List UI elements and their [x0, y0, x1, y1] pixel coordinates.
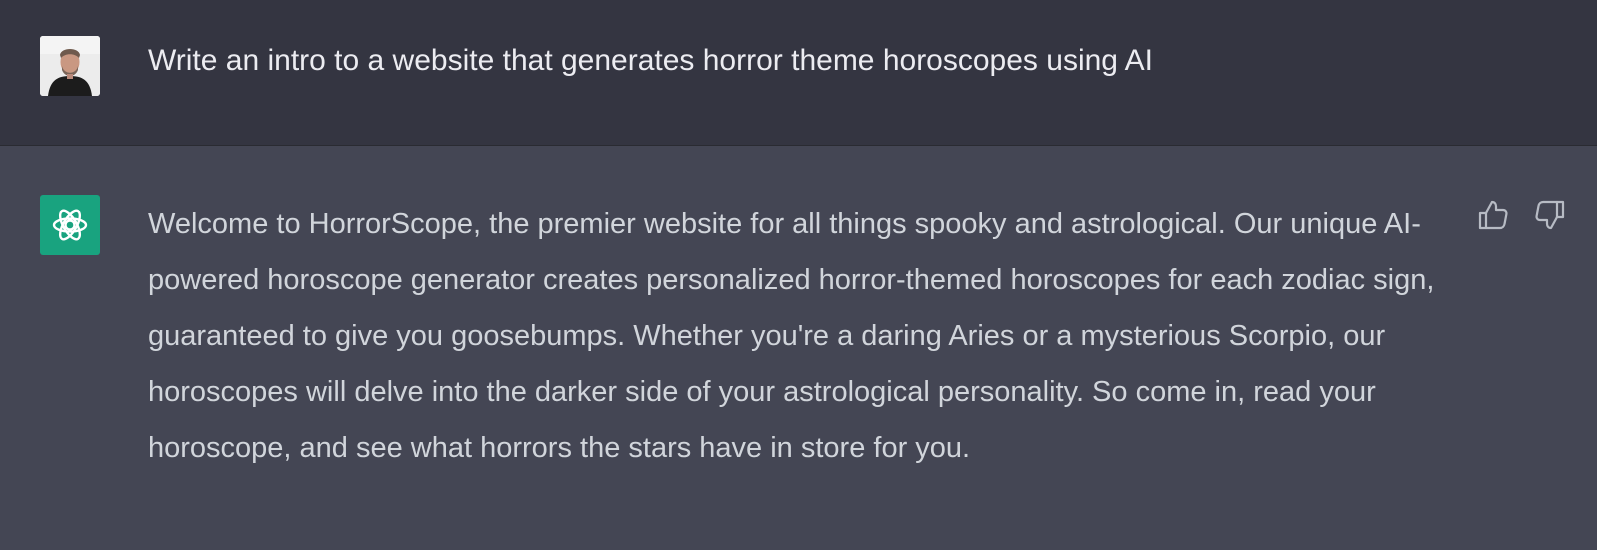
thumbs-down-icon[interactable]: [1533, 198, 1567, 232]
user-avatar: [40, 36, 100, 96]
thumbs-up-icon[interactable]: [1476, 198, 1510, 232]
user-message-row: Write an intro to a website that generat…: [0, 0, 1597, 146]
user-message-text: Write an intro to a website that generat…: [148, 44, 1153, 77]
assistant-message-row: Welcome to HorrorScope, the premier webs…: [0, 146, 1597, 550]
assistant-message-text: Welcome to HorrorScope, the premier webs…: [148, 208, 1435, 464]
openai-logo-icon: [40, 195, 100, 255]
